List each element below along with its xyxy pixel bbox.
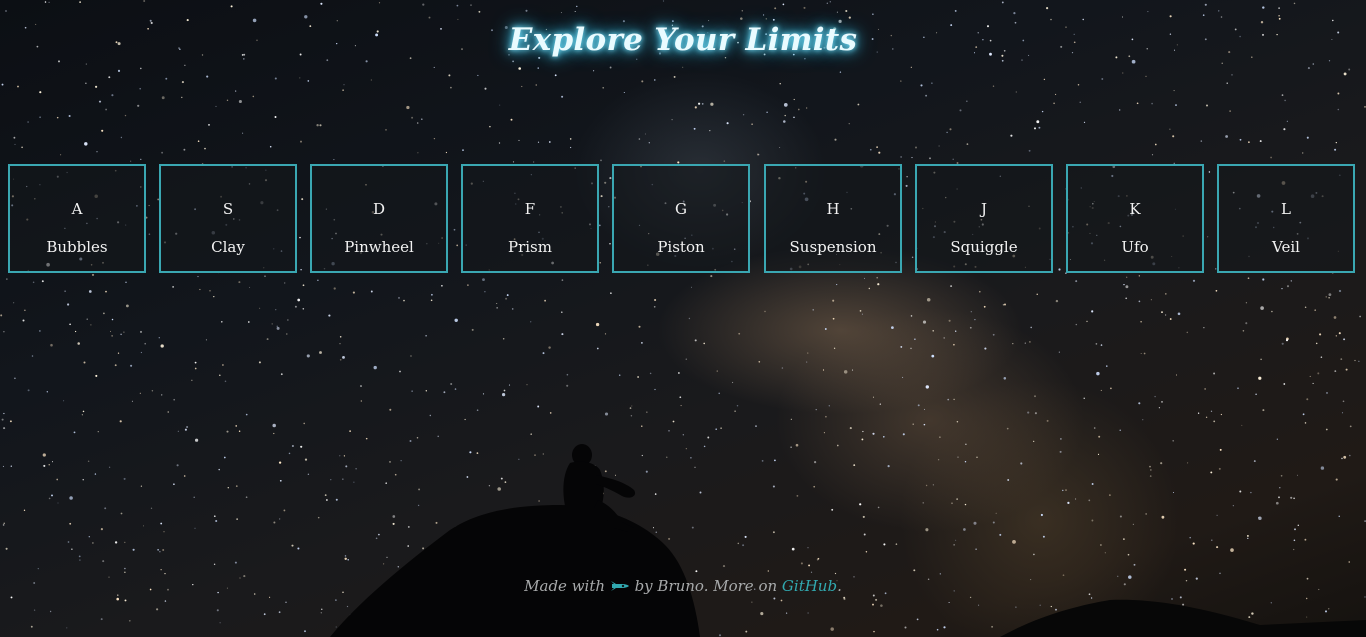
key-letter: F	[524, 200, 536, 218]
key-letter: S	[222, 200, 234, 218]
key-button-piston[interactable]: G Piston	[612, 164, 750, 273]
key-letter: D	[372, 200, 386, 218]
key-label: Prism	[508, 238, 552, 256]
key-button-prism[interactable]: F Prism	[461, 164, 599, 273]
key-letter: A	[71, 200, 83, 218]
key-label: Squiggle	[950, 238, 1018, 256]
key-label: Clay	[211, 238, 245, 256]
key-label: Pinwheel	[344, 238, 414, 256]
hill-silhouette	[330, 444, 1366, 637]
github-link[interactable]: GitHub	[782, 577, 837, 595]
key-button-pinwheel[interactable]: D Pinwheel	[310, 164, 448, 273]
key-letter: L	[1281, 200, 1291, 218]
footer-period: .	[837, 577, 842, 595]
footer-made-with: Made with	[524, 577, 606, 595]
key-letter: J	[980, 200, 987, 218]
footer-by: by Bruno. More on	[634, 577, 778, 595]
key-button-ufo[interactable]: K Ufo	[1066, 164, 1204, 273]
key-button-suspension[interactable]: H Suspension	[764, 164, 902, 273]
key-button-clay[interactable]: S Clay	[159, 164, 297, 273]
key-button-veil[interactable]: L Veil	[1217, 164, 1355, 273]
key-letter: K	[1129, 200, 1141, 218]
key-label: Suspension	[789, 238, 877, 256]
key-button-bubbles[interactable]: A Bubbles	[8, 164, 146, 273]
page-title: Explore Your Limits	[508, 22, 858, 58]
rocket-icon	[610, 578, 630, 591]
key-label: Ufo	[1121, 238, 1149, 256]
footer: Made with by Bruno. More on GitHub.	[0, 577, 1366, 595]
key-label: Veil	[1272, 238, 1300, 256]
key-grid: A Bubbles S Clay D Pinwheel F Prism G Pi…	[8, 164, 1358, 276]
starfield-background	[0, 0, 1366, 637]
key-label: Bubbles	[46, 238, 108, 256]
key-label: Piston	[657, 238, 705, 256]
key-letter: H	[826, 200, 840, 218]
key-button-squiggle[interactable]: J Squiggle	[915, 164, 1053, 273]
key-letter: G	[675, 200, 687, 218]
